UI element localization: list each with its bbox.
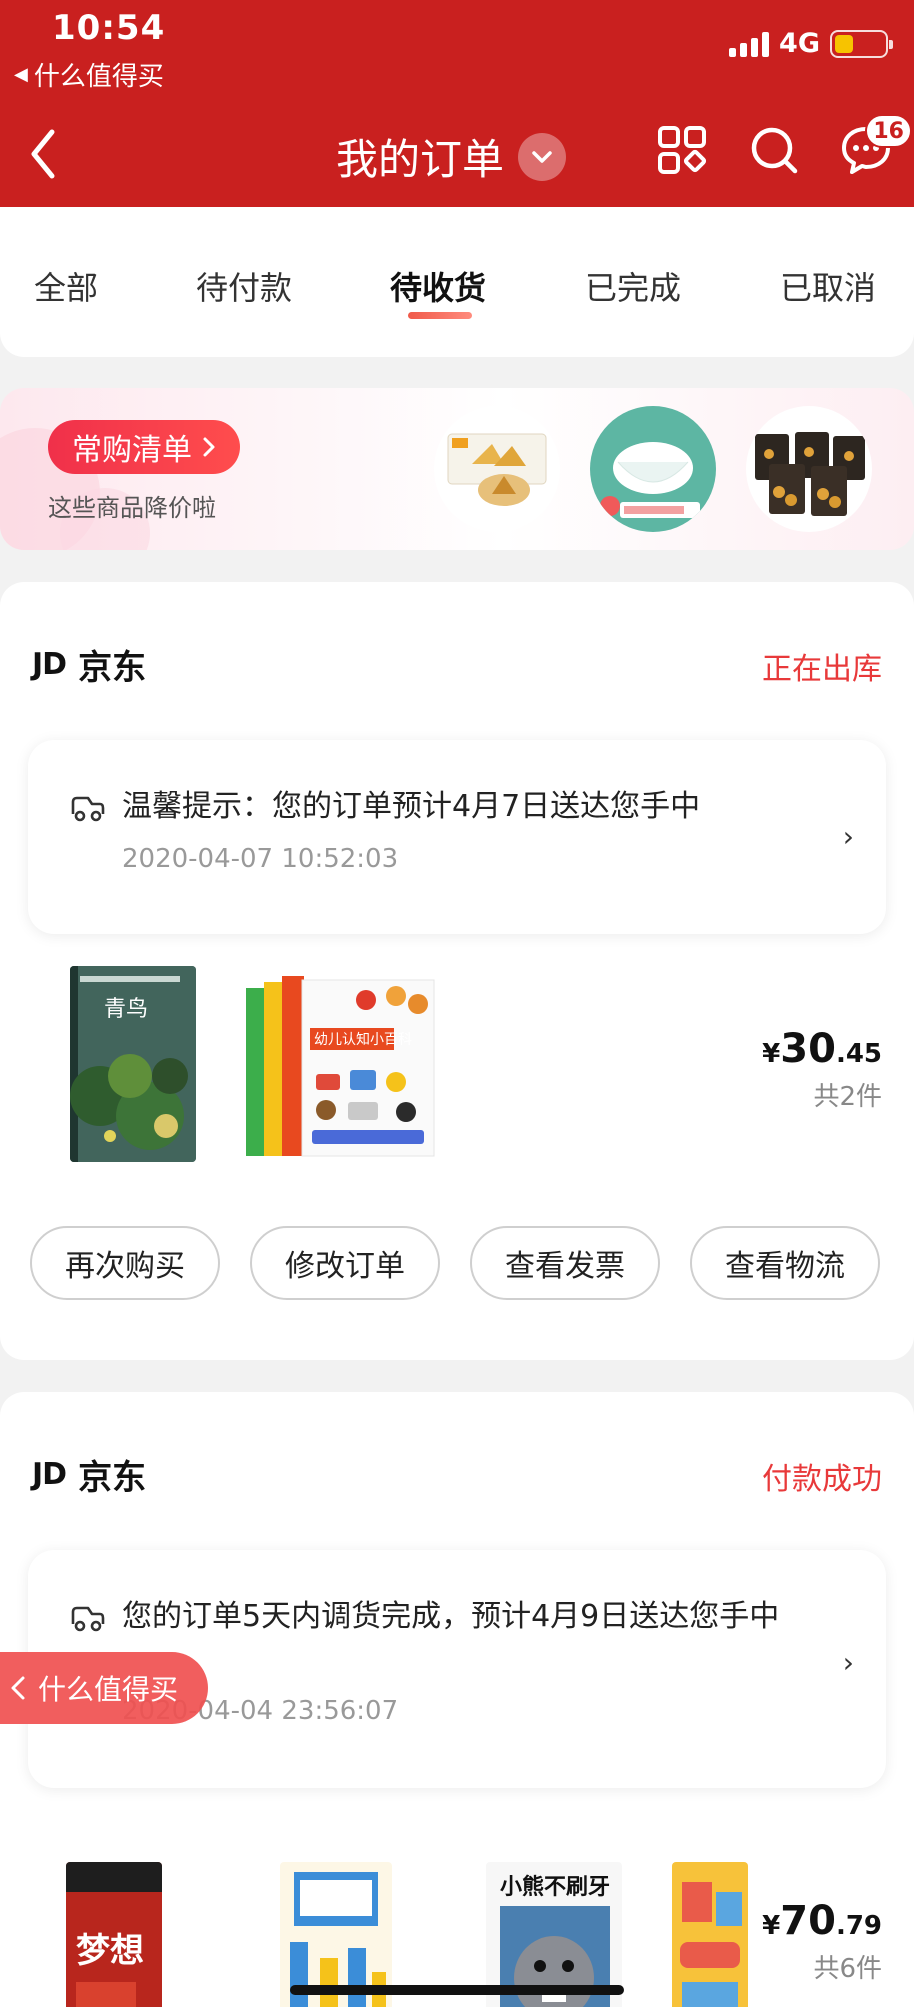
order-tabs: 全部 待付款 待收货 已完成 已取消 — [0, 207, 914, 357]
back-to-app-link[interactable]: ◀ 什么值得买 — [14, 56, 164, 93]
notice-text: 您的订单5天内调货完成，预计4月9日送达您手中 — [122, 1599, 780, 1634]
page-title-text: 我的订单 — [336, 135, 505, 184]
shop-label: 京东 — [78, 648, 147, 688]
status-indicators: 4G — [729, 28, 893, 59]
jd-logo: JD — [32, 1457, 67, 1492]
tab-cancelled[interactable]: 已取消 — [780, 263, 876, 309]
tab-pending-payment[interactable]: 待付款 — [196, 263, 292, 309]
shop-label: 京东 — [78, 1458, 147, 1498]
battery-icon — [830, 29, 893, 58]
grid-menu-icon[interactable] — [656, 124, 708, 176]
signal-icon — [729, 31, 770, 57]
chevron-right-icon: › — [842, 1646, 854, 1679]
book-title: 小熊不刷牙 — [500, 1874, 610, 1900]
chevron-left-icon — [11, 1676, 25, 1700]
tab-pending-receipt[interactable]: 待收货 — [390, 263, 486, 309]
notice-timestamp: 2020-04-07 10:52:03 — [122, 844, 399, 874]
nav-actions: 16 — [656, 114, 912, 176]
home-indicator[interactable] — [290, 1985, 624, 1995]
product-thumbnail-book[interactable]: 梦想 — [66, 1862, 162, 2007]
search-icon[interactable] — [748, 124, 800, 176]
product-thumbnail-book[interactable] — [672, 1862, 748, 2007]
notice-text: 温馨提示：您的订单预计4月7日送达您手中 — [122, 789, 701, 824]
tab-all[interactable]: 全部 — [34, 263, 98, 309]
book-title: 幼儿认知小百科 — [314, 1031, 412, 1048]
order-status: 正在出库 — [762, 652, 882, 687]
floating-back-button[interactable]: 什么值得买 — [0, 1652, 208, 1724]
price-decimal: .45 — [835, 1039, 882, 1069]
status-time: 10:54 — [52, 8, 166, 48]
jd-logo: JD — [32, 647, 67, 682]
product-thumbnail-snack[interactable] — [434, 406, 560, 532]
banner-subtitle: 这些商品降价啦 — [48, 494, 216, 522]
price-currency: ¥ — [762, 1911, 781, 1941]
product-thumbnail-book[interactable]: 青鸟 — [70, 966, 196, 1162]
page-title[interactable]: 我的订单 — [336, 126, 567, 187]
price-currency: ¥ — [762, 1039, 781, 1069]
chevron-right-icon — [203, 437, 215, 457]
buy-again-button[interactable]: 再次购买 — [30, 1226, 220, 1300]
product-thumbnail-diaper[interactable] — [590, 406, 716, 532]
frequent-purchase-banner[interactable]: 常购清单 这些商品降价啦 — [0, 388, 914, 550]
shop-name[interactable]: JD 京东 — [32, 1450, 146, 1499]
price-decimal: .79 — [835, 1911, 882, 1941]
view-logistics-button[interactable]: 查看物流 — [690, 1226, 880, 1300]
view-invoice-button[interactable]: 查看发票 — [470, 1226, 660, 1300]
floating-back-label: 什么值得买 — [38, 1673, 179, 1706]
delivery-truck-icon — [71, 1606, 105, 1632]
active-tab-indicator — [408, 312, 472, 319]
tab-completed[interactable]: 已完成 — [585, 263, 681, 309]
order-status: 付款成功 — [762, 1462, 882, 1497]
order-total: ¥30.45 — [762, 1026, 882, 1072]
message-count-badge: 16 — [865, 114, 912, 148]
product-thumbnail-nuts[interactable] — [746, 406, 872, 532]
back-triangle-icon: ◀ — [14, 64, 28, 85]
item-count: 共2件 — [813, 1082, 882, 1112]
price-integer: 30 — [780, 1026, 836, 1072]
frequent-list-button[interactable]: 常购清单 — [48, 420, 240, 474]
delivery-notice[interactable]: 温馨提示：您的订单预计4月7日送达您手中 2020-04-07 10:52:03… — [28, 740, 886, 934]
order-total: ¥70.79 — [762, 1898, 882, 1944]
book-title: 青鸟 — [104, 997, 148, 1022]
chevron-right-icon: › — [842, 820, 854, 853]
product-thumbnail-book-set[interactable]: 幼儿认知小百科 — [246, 970, 438, 1160]
item-count: 共6件 — [813, 1954, 882, 1984]
messages-button[interactable]: 16 — [840, 114, 912, 176]
modify-order-button[interactable]: 修改订单 — [250, 1226, 440, 1300]
book-title: 梦想 — [76, 1931, 144, 1971]
price-integer: 70 — [780, 1898, 836, 1944]
network-type: 4G — [779, 28, 820, 59]
order-card[interactable]: JD 京东 正在出库 温馨提示：您的订单预计4月7日送达您手中 2020-04-… — [0, 582, 914, 1360]
shop-name[interactable]: JD 京东 — [32, 640, 146, 689]
chevron-down-icon[interactable] — [518, 132, 567, 181]
frequent-list-label: 常购清单 — [72, 433, 192, 468]
app-header: 10:54 ◀ 什么值得买 4G 我的订单 16 — [0, 0, 914, 207]
back-app-label: 什么值得买 — [33, 62, 164, 92]
back-arrow-icon[interactable] — [28, 128, 58, 180]
delivery-truck-icon — [71, 796, 105, 822]
